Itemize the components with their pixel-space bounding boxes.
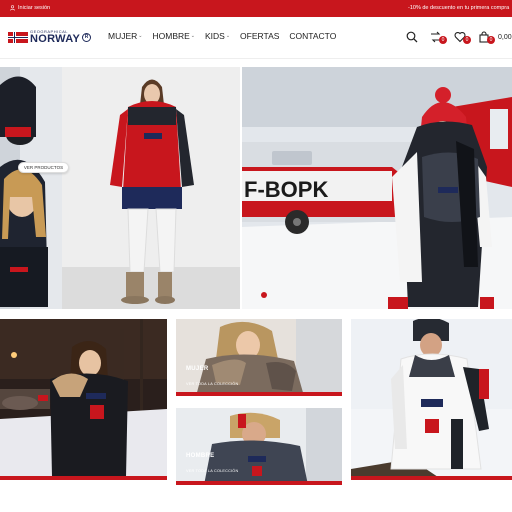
brand-logo[interactable]: GEOGRAPHICAL NORWAY R <box>8 29 92 45</box>
nav-item-hombre[interactable]: HOMBRE ⌄ <box>152 31 195 41</box>
tile-photo-white-jacket <box>351 319 512 480</box>
plane-registration: F-BOPK <box>244 177 328 202</box>
chevron-down-icon: ⌄ <box>138 33 143 39</box>
compare-button[interactable]: 0 <box>424 29 448 45</box>
tile-accent-bar <box>176 481 342 485</box>
tile-mujer-subtitle[interactable]: VER TODA LA COLECCIÓN <box>186 382 238 386</box>
tile-mujer[interactable]: MUJER VER TODA LA COLECCIÓN <box>176 319 342 396</box>
tile-men-snow[interactable] <box>351 319 512 480</box>
search-button[interactable] <box>400 29 424 45</box>
tile-hombre[interactable]: HOMBRE VER TODA LA COLECCIÓN <box>176 408 342 485</box>
view-products-button[interactable]: VER PRODUCTOS <box>18 162 69 173</box>
search-icon <box>406 31 418 43</box>
nav-item-contacto[interactable]: CONTACTO <box>289 31 336 41</box>
tile-photo-black-jacket <box>0 319 167 480</box>
tile-accent-bar <box>0 476 167 480</box>
hero-slide-current <box>62 67 240 309</box>
hero-slide-next: F-BOPK <box>242 67 512 309</box>
top-announcement-bar: Iniciar sesión -10% de descuento en tu p… <box>0 0 512 17</box>
nav-item-kids[interactable]: KIDS ⌄ <box>205 31 230 41</box>
hero-photo-plane: F-BOPK <box>242 67 512 309</box>
tile-accent-bar <box>176 392 342 396</box>
cart-button[interactable]: 0 <box>472 29 496 45</box>
hero-slide-previous <box>0 67 62 309</box>
tile-women-winter[interactable] <box>0 319 167 480</box>
tile-photo-hombre <box>176 408 342 485</box>
hero-slider[interactable]: F-BOPK VER PRODUCTOS <box>0 67 512 309</box>
registered-mark-icon: R <box>82 32 92 42</box>
norway-flag-icon <box>8 31 28 43</box>
wishlist-count-badge: 0 <box>463 36 471 44</box>
nav-item-mujer[interactable]: MUJER ⌄ <box>108 31 142 41</box>
header-actions: 0 0 0 0,00 € <box>400 29 512 45</box>
logo-main-text: NORWAY <box>30 32 81 45</box>
hero-photo-red-jacket <box>62 67 240 309</box>
tile-mujer-title: MUJER <box>186 366 209 372</box>
tile-accent-bar <box>351 476 512 480</box>
chevron-down-icon: ⌄ <box>225 33 231 39</box>
main-navigation: MUJER ⌄ HOMBRE ⌄ KIDS ⌄ OFERTAS CONTACTO <box>108 31 336 41</box>
tile-hombre-subtitle[interactable]: VER TODA LA COLECCIÓN <box>186 469 238 473</box>
chevron-down-icon: ⌄ <box>190 33 195 39</box>
hero-photo-previous <box>0 67 62 309</box>
nav-item-ofertas[interactable]: OFERTAS <box>240 31 279 41</box>
promo-message: -10% de descuento en tu primera compra <box>408 5 510 11</box>
compare-count-badge: 0 <box>439 36 447 44</box>
login-link[interactable]: Iniciar sesión <box>10 5 50 11</box>
tile-hombre-title: HOMBRE <box>186 453 215 459</box>
user-icon <box>10 5 15 11</box>
wishlist-button[interactable]: 0 <box>448 29 472 45</box>
slider-dot-active[interactable] <box>261 292 267 298</box>
cart-total[interactable]: 0,00 € <box>498 34 512 41</box>
site-header: GEOGRAPHICAL NORWAY R MUJER ⌄ HOMBRE ⌄ K… <box>0 17 512 59</box>
login-label[interactable]: Iniciar sesión <box>18 5 50 11</box>
cart-count-badge: 0 <box>487 36 495 44</box>
